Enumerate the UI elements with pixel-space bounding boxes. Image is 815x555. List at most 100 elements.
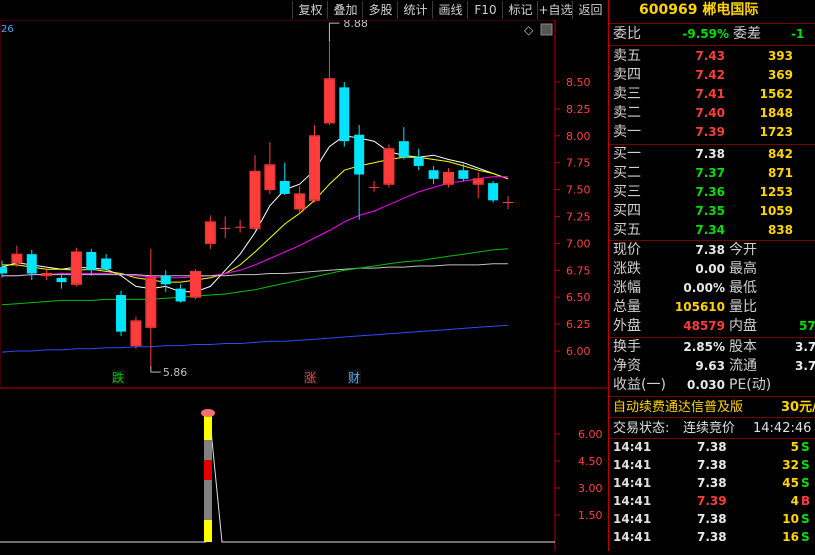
sell-label: 卖一 (613, 124, 641, 140)
sell-volume: 1723 (759, 125, 793, 139)
diamond-icon[interactable]: ◇ (524, 23, 534, 37)
sell-label: 卖三 (613, 86, 641, 102)
candle-body (488, 183, 499, 201)
sell-price: 7.39 (695, 125, 725, 139)
candle-body (56, 277, 67, 283)
signal-bar-segment (204, 416, 212, 424)
sell-label: 卖五 (613, 48, 641, 64)
toolbar-button-3[interactable]: 统计 (397, 1, 433, 19)
candle-body (160, 275, 171, 285)
stock-name: 郴电国际 (702, 2, 759, 18)
trade-price: 7.38 (697, 530, 727, 544)
toolbar-button-2[interactable]: 多股 (362, 1, 398, 19)
trade-side: S (801, 512, 810, 526)
buy-volume: 838 (767, 223, 793, 237)
candle-body-fill (131, 321, 141, 346)
candle-body-fill (190, 271, 200, 297)
stock-code: 600969 (639, 2, 698, 18)
candle-body-fill (310, 136, 320, 200)
price-axis-label: 7.50 (566, 184, 591, 197)
main-plot-frame (0, 19, 556, 389)
event-marker-label[interactable]: 涨 (304, 370, 316, 385)
buy-label: 买四 (613, 203, 641, 219)
trade-time: 14:41 (613, 512, 652, 526)
trade-volume: 4 (790, 494, 799, 508)
trade-volume: 32 (782, 458, 799, 472)
sell-volume: 1848 (759, 106, 793, 120)
stat-label: 涨幅 (613, 280, 641, 296)
toolbar-button-7[interactable]: +自选 (537, 1, 573, 19)
buy-volume: 842 (767, 147, 793, 161)
status-value: 连续竞价 (683, 421, 736, 436)
sell-label: 卖四 (613, 67, 641, 83)
toolbar-button-4[interactable]: 画线 (432, 1, 468, 19)
candle-body (116, 295, 127, 332)
event-marker-label[interactable]: 财 (348, 371, 360, 385)
trade-row: 14:41 7.38 5 S (609, 440, 815, 458)
candle-body (398, 141, 409, 158)
stat2-label-2: PE(动) (729, 377, 772, 393)
candle-body (413, 157, 424, 166)
trade-price: 7.39 (697, 494, 727, 508)
sub-axis-label: 3.00 (578, 482, 603, 495)
weibi-value: -9.59% (682, 27, 729, 41)
stat2-label-2: 股本 (729, 339, 757, 355)
stat-value: 7.38 (695, 243, 725, 257)
sell-price: 7.41 (695, 87, 725, 101)
kline-svg[interactable]: 8.50 8.25 8.00 7.75 7.50 7.25 7.00 6.75 6.50 6.25… (0, 17, 607, 551)
candle-body-fill (324, 79, 334, 123)
toolbar-button-1[interactable]: 叠加 (327, 1, 363, 19)
kline-chart[interactable]: 8.50 8.25 8.00 7.75 7.50 7.25 7.00 6.75 6.50 6.25… (0, 17, 607, 551)
candle-body-fill (265, 165, 275, 190)
price-axis-label: 8.00 (566, 130, 591, 143)
stock-title[interactable]: 600969 郴电国际 (639, 1, 758, 20)
stat-value: 0.00 (695, 262, 725, 276)
trade-side: B (801, 494, 811, 508)
trade-side: S (801, 458, 810, 472)
ad-text[interactable]: 自动续费通达信普及版 (613, 398, 743, 417)
signal-bar-segment (204, 440, 212, 460)
buy-label: 买五 (613, 222, 641, 238)
price-axis-label: 7.75 (566, 157, 591, 170)
trade-time: 14:41 (613, 494, 652, 508)
price-axis-label: 6.50 (566, 291, 591, 304)
buy-price: 7.38 (695, 147, 725, 161)
buy-label: 买三 (613, 184, 641, 200)
trade-side: S (801, 530, 810, 544)
buy-price: 7.36 (695, 185, 725, 199)
trade-time: 14:41 (613, 440, 652, 454)
trade-row: 14:41 7.38 45 S (609, 476, 815, 494)
stat2-value-2: 3.7 (795, 340, 815, 354)
trade-volume: 5 (790, 440, 799, 454)
stat-label-2: 今开 (729, 242, 757, 258)
price-axis-label: 7.00 (566, 237, 591, 250)
toolbar-button-6[interactable]: 标记 (502, 1, 538, 19)
buy-label: 买二 (613, 165, 641, 181)
candle-body-fill (12, 254, 22, 263)
toolbar-button-0[interactable]: 复权 (292, 1, 328, 19)
stat-value: 48579 (683, 319, 725, 333)
buy-volume: 871 (767, 166, 793, 180)
candle-body (458, 170, 469, 179)
candle-body-fill (295, 194, 305, 209)
candle-body (86, 252, 97, 271)
chart-toolbar: 复权 叠加 多股 统计 画线 F10 标记 +自选 返回 (0, 0, 607, 20)
sell-volume: 1562 (759, 87, 793, 101)
candle-body-fill (71, 252, 81, 284)
candle-body-fill (146, 278, 156, 327)
stat-label: 外盘 (613, 318, 641, 334)
toolbar-button-5[interactable]: F10 (467, 1, 503, 19)
event-marker-label[interactable]: 跌 (112, 370, 124, 385)
stat2-value: 2.85% (683, 340, 725, 354)
scroll-icon[interactable] (540, 23, 553, 36)
trade-time: 14:41 (613, 530, 652, 544)
buy-price: 7.37 (695, 166, 725, 180)
candle-body (279, 180, 290, 194)
stat-label-2: 内盘 (729, 318, 757, 334)
candle-body-fill (250, 171, 260, 228)
ad-price[interactable]: 30元/ (781, 398, 815, 417)
candle-body-fill (205, 222, 215, 243)
stat-label-2: 最高 (729, 261, 757, 277)
corner-label: 26 (1, 24, 14, 35)
toolbar-button-8[interactable]: 返回 (572, 1, 608, 19)
